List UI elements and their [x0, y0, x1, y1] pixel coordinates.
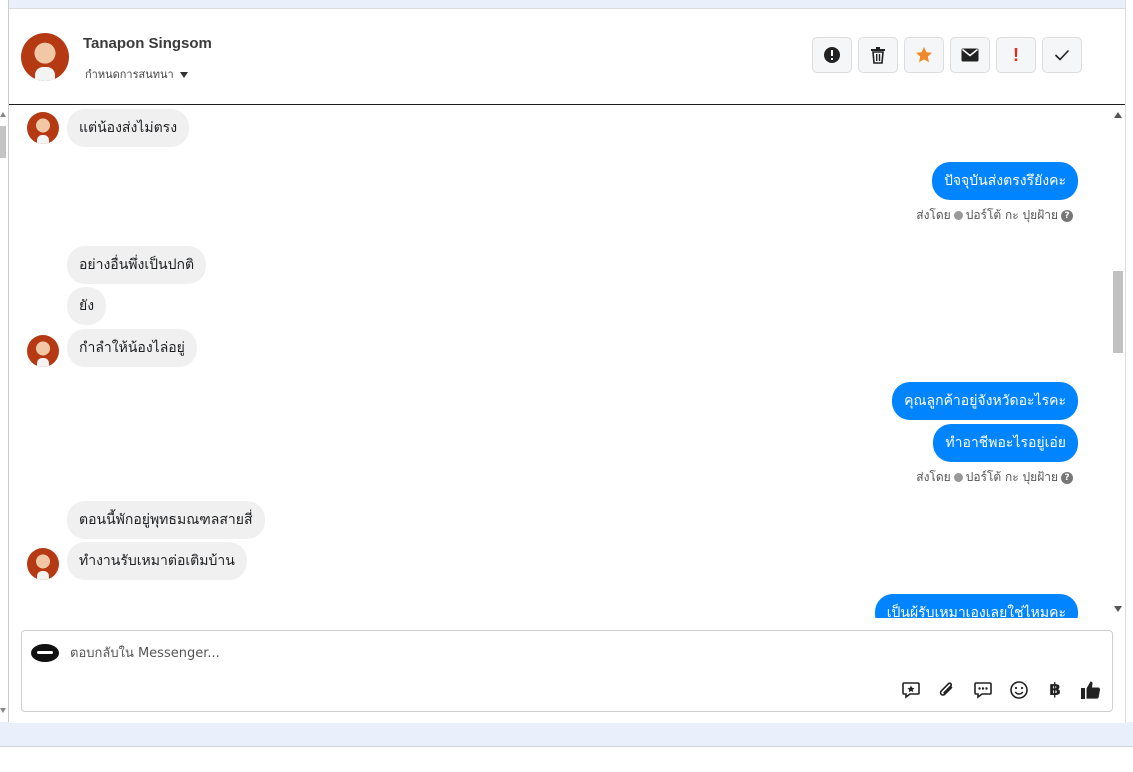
scroll-down-arrow-icon[interactable] [1114, 606, 1122, 612]
star-button[interactable] [904, 37, 944, 73]
reply-composer: ฿ [21, 630, 1113, 712]
outgoing-message[interactable]: ปัจจุบันส่งตรงรึยังคะ [931, 162, 1078, 200]
sent-by-prefix: ส่งโดย [916, 208, 951, 222]
exclamation-icon: ! [1013, 44, 1019, 65]
agent-dot-icon [953, 211, 963, 220]
star-icon [916, 47, 932, 63]
saved-reply-icon [902, 682, 920, 699]
avatar [27, 112, 59, 144]
outgoing-message[interactable]: ทำอาชีพอะไรอยู่เอ่ย [933, 424, 1078, 462]
smiley-icon [1010, 681, 1028, 699]
agent-dot-icon [953, 473, 963, 482]
attach-button[interactable] [936, 679, 958, 701]
incoming-message[interactable]: ทำงานรับเหมาต่อเติมบ้าน [67, 542, 247, 580]
help-icon[interactable]: ? [1061, 209, 1073, 222]
sent-by-agent: ปอร์โต้ กะ ปุยฝ้าย [965, 208, 1058, 222]
incoming-message[interactable]: ยัง [67, 287, 107, 325]
reply-input[interactable] [70, 643, 770, 663]
conversation-panel: Tanapon Singsom กำหนดการสนทนา ! แต่น้องส… [9, 8, 1125, 723]
assign-conversation-dropdown[interactable]: กำหนดการสนทนา [85, 65, 188, 83]
delete-button[interactable] [858, 37, 898, 73]
thread-scrollbar[interactable] [1111, 106, 1125, 618]
payment-button[interactable]: ฿ [1044, 679, 1066, 701]
incoming-message[interactable]: แต่น้องส่งไม่ตรง [67, 109, 190, 147]
scroll-up-arrow-icon[interactable] [1114, 112, 1122, 118]
incoming-message[interactable]: ตอนนี้พักอยู่พุทธมณฑลสายสี่ [67, 501, 265, 539]
incoming-message[interactable]: กำลำให้น้องไล่อยู่ [67, 329, 197, 367]
bottom-bar [0, 746, 1133, 772]
avatar [27, 548, 59, 580]
scroll-up-arrow-icon[interactable] [0, 112, 6, 117]
mark-unread-button[interactable] [950, 37, 990, 73]
envelope-icon [961, 48, 979, 62]
message-thread[interactable]: แต่น้องส่งไม่ตรง ปัจจุบันส่งตรงรึยังคะ ส… [9, 106, 1111, 618]
emoji-button[interactable] [1008, 679, 1030, 701]
saved-reply-button[interactable] [900, 679, 922, 701]
important-button[interactable]: ! [996, 37, 1036, 73]
conversation-header: Tanapon Singsom กำหนดการสนทนา ! [9, 9, 1125, 105]
page-logo-icon [31, 644, 59, 662]
scroll-down-arrow-icon[interactable] [0, 708, 6, 713]
report-spam-button[interactable] [812, 37, 852, 73]
left-scrollbar[interactable] [0, 0, 9, 722]
sent-by-label: ส่งโดย ปอร์โต้ กะ ปุยฝ้าย ? [916, 468, 1073, 487]
avatar[interactable] [21, 33, 69, 81]
like-button[interactable] [1080, 679, 1102, 701]
help-icon[interactable]: ? [1061, 471, 1073, 484]
caret-down-icon [179, 72, 188, 78]
sent-by-prefix: ส่งโดย [916, 470, 951, 484]
baht-icon: ฿ [1049, 680, 1061, 700]
exclamation-circle-icon [824, 47, 840, 63]
sent-by-agent: ปอร์โต้ กะ ปุยฝ้าย [965, 470, 1058, 484]
contact-name[interactable]: Tanapon Singsom [83, 35, 212, 52]
trash-icon [871, 47, 885, 64]
paperclip-icon [939, 682, 953, 696]
check-icon [1054, 49, 1070, 61]
composer-toolbar: ฿ [900, 679, 1102, 701]
thumbs-up-icon [1081, 681, 1101, 699]
incoming-message[interactable]: อย่างอื่นพึ่งเป็นปกติ [67, 246, 207, 284]
scroll-thumb[interactable] [0, 126, 6, 158]
header-actions: ! [812, 37, 1082, 75]
mark-done-button[interactable] [1042, 37, 1082, 73]
quick-reply-button[interactable] [972, 679, 994, 701]
scroll-thumb[interactable] [1113, 271, 1123, 353]
avatar [27, 335, 59, 367]
assign-label: กำหนดการสนทนา [85, 68, 174, 81]
outgoing-message[interactable]: เป็นผู้รับเหมาเองเลยใช่ไหมคะ [874, 594, 1078, 618]
sent-by-label: ส่งโดย ปอร์โต้ กะ ปุยฝ้าย ? [916, 206, 1073, 225]
outgoing-message[interactable]: คุณลูกค้าอยู่จังหวัดอะไรคะ [892, 382, 1078, 420]
chat-bubble-icon [974, 682, 992, 699]
right-edge [1125, 0, 1133, 722]
